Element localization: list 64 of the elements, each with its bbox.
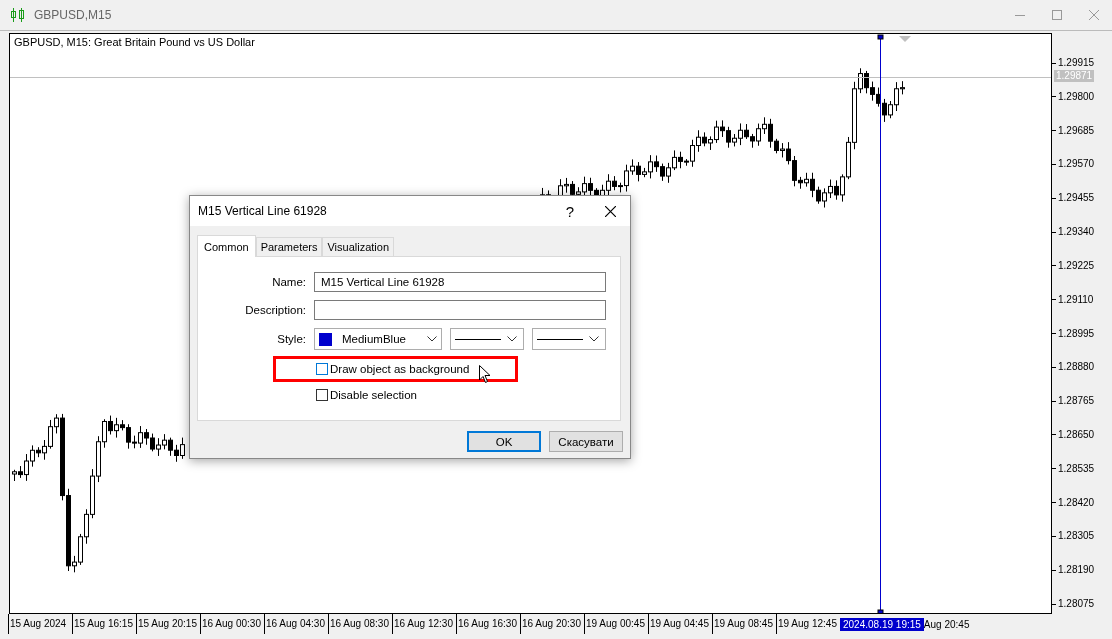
checkbox-box[interactable]	[316, 363, 328, 375]
chevron-down-icon	[427, 336, 437, 342]
price-label: 1.28075	[1052, 598, 1095, 610]
price-label: 1.29110	[1052, 293, 1095, 306]
time-label: 19 Aug 04:45	[648, 614, 712, 634]
tab[interactable]: Parameters	[255, 237, 323, 256]
time-label: 15 Aug 16:15	[72, 614, 136, 634]
chevron-down-icon	[507, 336, 517, 342]
vertical-line[interactable]	[877, 34, 884, 613]
price-label: 1.29570	[1052, 158, 1095, 171]
close-icon	[1088, 10, 1099, 20]
time-label: 16 Aug 04:30	[264, 614, 328, 634]
time-label: 16 Aug 20:30	[520, 614, 584, 634]
cancel-button[interactable]: Скасувати	[549, 431, 623, 452]
time-label: 16 Aug 12:30	[392, 614, 456, 634]
time-label: Aug 20:45	[923, 618, 970, 631]
time-label: 15 Aug 2024	[8, 614, 72, 634]
price-label: 1.28880	[1052, 361, 1095, 374]
line-style-dropdown[interactable]	[532, 328, 606, 350]
mouse-pointer-icon	[479, 364, 492, 384]
close-icon	[604, 205, 616, 217]
tab[interactable]: Visualization	[322, 237, 395, 256]
window-title: GBPUSD,M15	[34, 8, 113, 22]
price-label: 1.28420	[1052, 496, 1095, 509]
price-label: 1.29800	[1052, 90, 1095, 103]
candlestick-icon	[10, 8, 26, 22]
price-label: 1.29340	[1052, 226, 1095, 239]
marker-icon	[899, 36, 911, 42]
current-price-label: 1.29871	[1054, 70, 1095, 82]
maximize-icon	[1051, 10, 1062, 20]
time-label: 15 Aug 20:15	[136, 614, 200, 634]
color-dropdown[interactable]: MediumBlue	[314, 328, 442, 350]
time-label: 16 Aug 08:30	[328, 614, 392, 634]
line-sample-icon	[537, 337, 583, 341]
chart-caption: GBPUSD, M15: Great Britain Pound vs US Dollar	[14, 36, 255, 48]
price-label: 1.28190	[1052, 564, 1095, 577]
time-label: 16 Aug 16:30	[456, 614, 520, 634]
tab[interactable]: Common	[197, 235, 256, 257]
time-label: 19 Aug 08:45	[712, 614, 776, 634]
price-label: 1.29225	[1052, 259, 1095, 272]
price-label: 1.28995	[1052, 327, 1095, 340]
time-label: 16 Aug 00:30	[200, 614, 264, 634]
cursor-time-label: 2024.08.19 19:15	[840, 618, 924, 631]
field-label: Name:	[271, 276, 307, 288]
time-label: 19 Aug 00:45	[584, 614, 648, 634]
description-input-field[interactable]	[314, 300, 606, 320]
name-input-field[interactable]: M15 Vertical Line 61928	[314, 272, 606, 292]
line-sample-icon	[455, 337, 501, 341]
chevron-down-icon	[589, 336, 599, 342]
line-style-dropdown[interactable]	[450, 328, 524, 350]
price-label: 1.28305	[1052, 530, 1095, 543]
price-label: 1.29915	[1052, 57, 1095, 69]
price-label: 1.29455	[1052, 192, 1095, 205]
minimize-icon	[1014, 14, 1025, 16]
help-button[interactable]: ?	[550, 196, 590, 226]
price-label: 1.28650	[1052, 428, 1095, 441]
field-label: Style:	[276, 333, 307, 345]
field-label: Description:	[244, 304, 307, 316]
price-label: 1.28765	[1052, 395, 1095, 408]
ok-button[interactable]: OK	[467, 431, 541, 452]
checkbox-box[interactable]	[316, 389, 328, 401]
dialog-title: M15 Vertical Line 61928	[198, 204, 328, 218]
price-label: 1.29685	[1052, 124, 1095, 137]
price-label: 1.28535	[1052, 462, 1095, 475]
